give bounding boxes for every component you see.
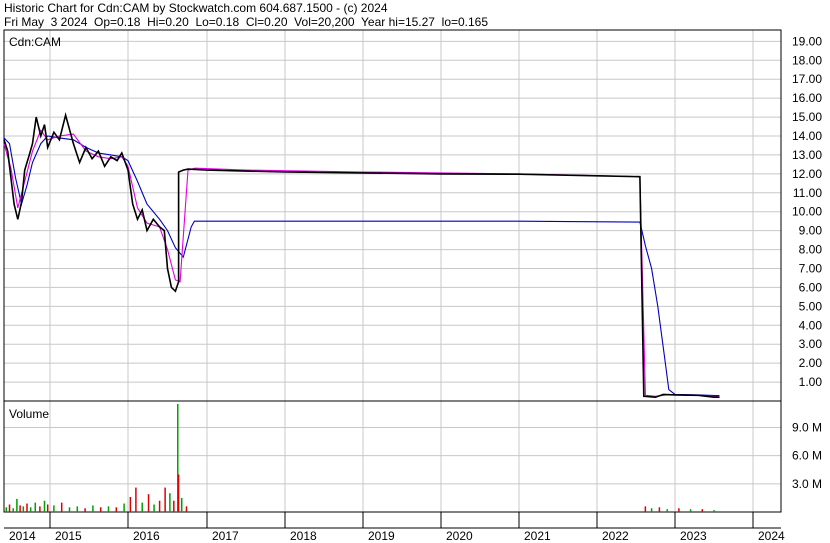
volume-label: Volume	[9, 407, 49, 421]
x-tick-label: 2023	[680, 529, 707, 543]
y-tick-label: 13.00	[792, 148, 822, 162]
x-tick-label: 2024	[758, 529, 785, 543]
axis-labels: 2014 2015 2016 2017 2018 2019 2020 2021 2022 2023…	[9, 34, 822, 543]
volume-tick-label: 3.0 M	[792, 477, 822, 491]
x-tick-label: 2017	[212, 529, 239, 543]
y-tick-label: 19.00	[792, 34, 822, 48]
y-tick-label: 2.00	[799, 356, 823, 370]
y-tick-label: 18.00	[792, 53, 822, 67]
x-tick-label: 2020	[446, 529, 473, 543]
y-tick-label: 12.00	[792, 167, 822, 181]
grid-layer	[4, 30, 781, 528]
x-tick-label: 2021	[524, 529, 551, 543]
series-ma_long	[3, 135, 720, 397]
y-tick-label: 1.00	[799, 375, 823, 389]
y-tick-label: 5.00	[799, 299, 823, 313]
y-tick-label: 16.00	[792, 91, 822, 105]
volume-bars	[5, 404, 715, 512]
y-tick-label: 11.00	[793, 186, 822, 200]
series-ma_short	[3, 129, 720, 398]
y-tick-label: 15.00	[792, 110, 822, 124]
y-tick-label: 14.00	[792, 129, 822, 143]
price-panel-frame	[3, 29, 782, 402]
volume-tick-label: 6.0 M	[792, 449, 822, 463]
y-tick-label: 17.00	[792, 72, 822, 86]
x-tick-label: 2016	[133, 529, 160, 543]
x-tick-label: 2019	[368, 529, 395, 543]
y-tick-label: 7.00	[799, 262, 823, 276]
x-tick-label: 2014	[9, 529, 36, 543]
y-tick-label: 4.00	[799, 318, 823, 332]
volume-tick-label: 9.0 M	[792, 420, 822, 434]
y-tick-label: 10.00	[792, 205, 822, 219]
price-series	[3, 112, 720, 399]
y-tick-label: 6.00	[799, 280, 823, 294]
x-tick-label: 2015	[55, 529, 82, 543]
symbol-label: Cdn:CAM	[9, 35, 61, 49]
chart-canvas: 2014 2015 2016 2017 2018 2019 2020 2021 2022 2023…	[3, 29, 822, 543]
y-tick-label: 8.00	[799, 243, 823, 257]
x-tick-label: 2022	[602, 529, 629, 543]
x-tick-label: 2018	[290, 529, 317, 543]
volume-panel-frame	[3, 400, 782, 513]
y-tick-label: 3.00	[799, 337, 823, 351]
y-tick-label: 9.00	[799, 224, 823, 238]
series-price	[3, 112, 720, 399]
